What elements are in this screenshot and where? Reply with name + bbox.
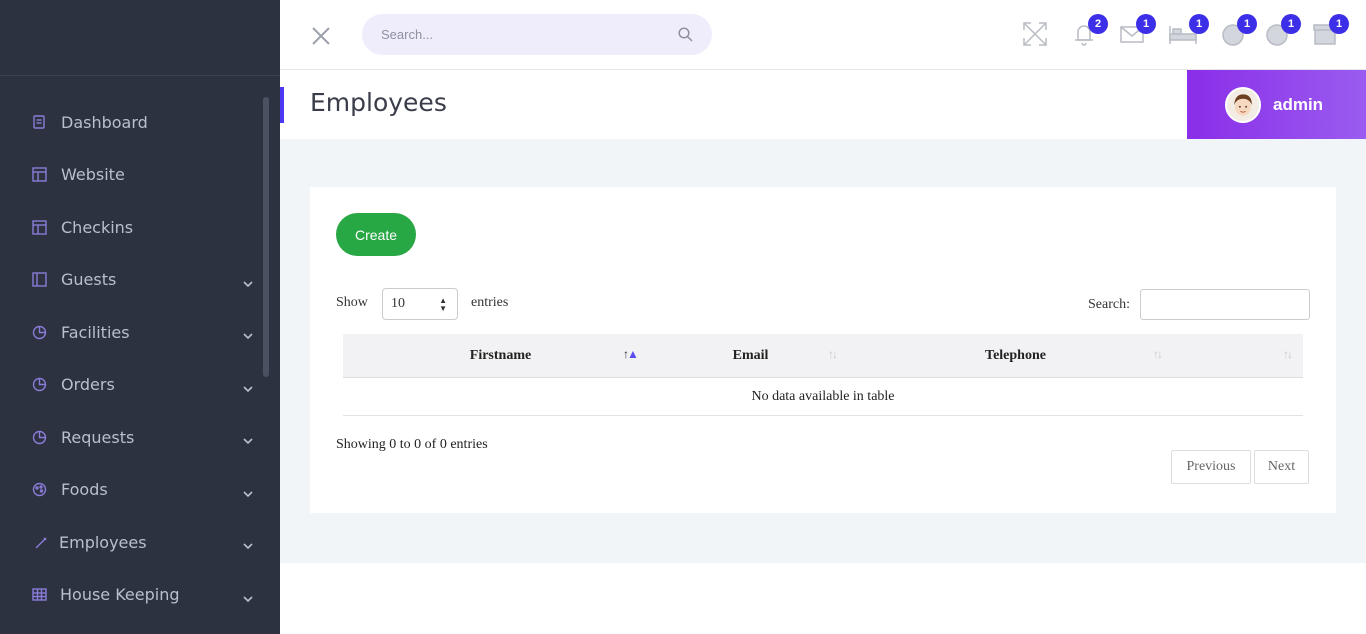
sidebar-item-foods[interactable]: Foods xyxy=(0,464,280,517)
search-icon[interactable] xyxy=(678,27,693,42)
housekeeping-icon xyxy=(32,587,47,602)
page-title: Employees xyxy=(310,88,447,117)
search-input[interactable] xyxy=(362,14,642,55)
table-info: Showing 0 to 0 of 0 entries xyxy=(336,437,488,452)
chevron-down-icon xyxy=(242,590,254,602)
mail-badge: 1 xyxy=(1136,14,1156,34)
sidebar-item-label: Checkins xyxy=(61,217,134,237)
notification-badge: 2 xyxy=(1088,14,1108,34)
next-button[interactable]: Next xyxy=(1254,450,1309,484)
entries-select-value: 10 xyxy=(391,296,405,311)
sidebar-item-label: Orders xyxy=(61,375,115,395)
fullscreen-icon[interactable] xyxy=(1021,20,1049,48)
sidebar-item-website[interactable]: Website xyxy=(0,149,280,202)
column-header-telephone[interactable]: Telephone ↑↓ xyxy=(843,334,1188,378)
sidebar-item-label: Dashboard xyxy=(61,112,148,132)
sidebar-item-dashboard[interactable]: Dashboard xyxy=(0,96,280,149)
user-badge: 1 xyxy=(1281,14,1301,34)
page-title-bar: Employees admin xyxy=(280,70,1366,139)
table-search-label: Search: xyxy=(1088,297,1130,312)
close-icon[interactable] xyxy=(310,25,332,47)
create-button[interactable]: Create xyxy=(336,213,416,256)
sidebar-item-facilities[interactable]: Facilities xyxy=(0,306,280,359)
requests-icon xyxy=(32,430,47,445)
sidebar-item-requests[interactable]: Requests xyxy=(0,411,280,464)
moon-icon[interactable]: 1 xyxy=(1219,14,1257,48)
box-badge: 1 xyxy=(1329,14,1349,34)
chevron-down-icon xyxy=(242,432,254,445)
employees-card: Create Show 10 ▲ ▼ entries Search: Firstn… xyxy=(310,187,1336,513)
sidebar-item-label: Facilities xyxy=(61,322,130,342)
sidebar-item-label: Requests xyxy=(61,427,135,447)
user-name: admin xyxy=(1273,94,1324,114)
user-circle-icon[interactable]: 1 xyxy=(1263,14,1301,48)
employees-icon xyxy=(34,535,49,550)
header-search xyxy=(362,14,712,55)
entries-select[interactable]: 10 ▲ ▼ xyxy=(382,288,458,320)
sidebar-item-label: Guests xyxy=(61,270,117,290)
show-label: Show xyxy=(336,295,368,310)
checkins-icon xyxy=(32,220,47,235)
sidebar-logo-area xyxy=(0,0,280,76)
column-header-label: Firstname xyxy=(469,348,532,363)
foods-icon xyxy=(32,482,47,497)
mail-icon[interactable]: 1 xyxy=(1118,14,1156,48)
column-header-actions[interactable]: ↑↓ xyxy=(1188,334,1303,378)
column-header-label: Telephone xyxy=(985,348,1046,363)
sidebar: Dashboard Website Checkins Guests Facili… xyxy=(0,0,280,634)
sort-icon: ↑↓ xyxy=(828,347,838,361)
user-menu[interactable]: admin xyxy=(1187,70,1366,139)
column-header-firstname[interactable]: Firstname ↑▲ xyxy=(343,334,658,378)
bell-icon[interactable]: 2 xyxy=(1070,14,1108,48)
sidebar-item-label: Foods xyxy=(61,480,108,500)
sidebar-item-label: House Keeping xyxy=(60,585,180,605)
table-header: Firstname ↑▲ Email ↑↓ Telephone ↑↓ ↑↓ xyxy=(343,334,1303,378)
guests-icon xyxy=(32,272,47,287)
sidebar-item-checkins[interactable]: Checkins xyxy=(0,201,280,254)
orders-icon xyxy=(32,377,47,392)
column-header-email[interactable]: Email ↑↓ xyxy=(658,334,843,378)
chevron-down-icon xyxy=(242,485,254,497)
entries-label: entries xyxy=(471,295,509,310)
previous-button[interactable]: Previous xyxy=(1171,450,1251,484)
bed-badge: 1 xyxy=(1189,14,1209,34)
chevron-down-icon xyxy=(242,380,254,392)
top-header: 2 1 1 1 1 1 xyxy=(280,0,1366,70)
table-empty-row: No data available in table xyxy=(343,378,1303,416)
table-search-input[interactable] xyxy=(1140,289,1310,320)
box-icon[interactable]: 1 xyxy=(1311,14,1349,48)
sidebar-item-label: Employees xyxy=(59,532,147,552)
moon-badge: 1 xyxy=(1237,14,1257,34)
sidebar-item-employees[interactable]: Employees xyxy=(0,516,280,569)
sidebar-item-house-keeping[interactable]: House Keeping xyxy=(0,569,280,622)
chevron-down-icon xyxy=(242,327,254,340)
sort-asc-icon: ↑▲ xyxy=(623,347,639,361)
sidebar-nav: Dashboard Website Checkins Guests Facili… xyxy=(0,96,280,621)
dashboard-icon xyxy=(32,115,47,130)
sidebar-item-guests[interactable]: Guests xyxy=(0,254,280,307)
sidebar-item-orders[interactable]: Orders xyxy=(0,359,280,412)
sort-icon: ↑↓ xyxy=(1153,347,1163,361)
sort-icon: ↑↓ xyxy=(1283,347,1293,361)
avatar xyxy=(1225,86,1261,123)
title-accent-bar xyxy=(280,87,284,123)
page-footer-area xyxy=(280,563,1366,634)
sidebar-item-label: Website xyxy=(61,165,125,185)
chevron-down-icon xyxy=(242,275,254,287)
website-icon xyxy=(32,167,47,182)
select-arrows-icon: ▲ ▼ xyxy=(439,296,447,313)
bed-icon[interactable]: 1 xyxy=(1167,14,1209,48)
facilities-icon xyxy=(32,325,47,340)
chevron-down-icon xyxy=(242,537,254,550)
column-header-label: Email xyxy=(732,348,769,363)
